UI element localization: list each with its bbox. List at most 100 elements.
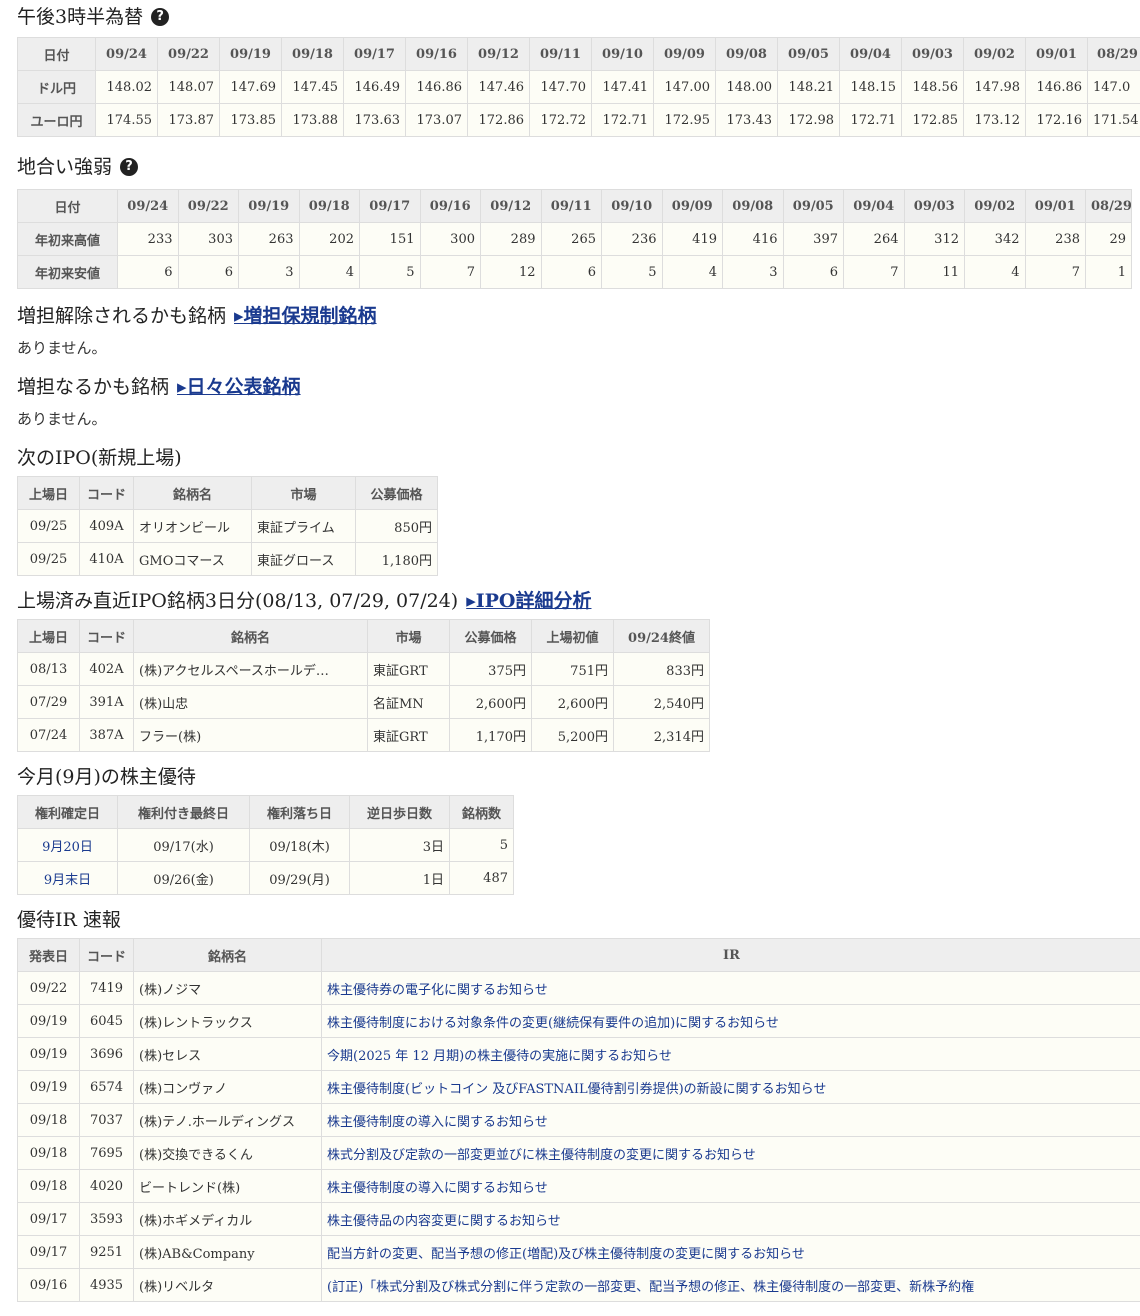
table-header-row: 日付 09/24 09/22 09/19 09/18 09/17 09/16 09/12 09/… (17, 37, 1140, 71)
row-link[interactable]: 今期(2025 年 12 月期)の株主優待の実施に関するお知らせ (321, 1037, 1140, 1071)
strength-table: 日付 09/24 09/22 09/19 09/18 09/17 09/16 09/12 09/… (17, 189, 1132, 289)
row-link[interactable]: 株主優待制度(ビットコイン 及びFASTNAIL優待割引券提供)の新設に関するお… (321, 1070, 1140, 1104)
rate-cell: 173.43 (715, 103, 778, 137)
rate-cell: 147.00 (653, 70, 716, 104)
help-icon[interactable]: ? (120, 158, 139, 176)
table-row: 07/24 387A フラー(株) 東証GRT 1,170円 5,200円 2,314円 (17, 718, 710, 752)
column-header: 上場日 (17, 476, 80, 510)
daily-link[interactable]: ▸日々公表銘柄 (177, 372, 301, 402)
column-header: 市場 (367, 619, 450, 653)
column-header: コード (79, 938, 134, 972)
rate-cell: 147.41 (591, 70, 654, 104)
date-header: 09/17 (359, 189, 421, 223)
rate-cell: 147.46 (467, 70, 530, 104)
column-header: 発表日 (17, 938, 80, 972)
count-cell: 6 (177, 255, 239, 289)
table-cell: (株)ノジマ (133, 971, 322, 1005)
column-header: コード (79, 619, 134, 653)
rate-cell: 173.63 (343, 103, 406, 137)
count-cell: 312 (903, 222, 965, 256)
rate-cell: 147.0 (1087, 70, 1140, 104)
date-header: 09/19 (219, 37, 282, 71)
count-cell: 12 (480, 255, 542, 289)
rate-cell: 148.00 (715, 70, 778, 104)
date-header: 09/11 (529, 37, 592, 71)
table-row: 09/16 4935 (株)リベルタ (訂正)「株式分割及び株式分割に伴う定款の一部変… (17, 1268, 1140, 1302)
date-header: 09/10 (591, 37, 654, 71)
yutai-table-wrap: 権利確定日 権利付き最終日 権利落ち日 逆日歩日数 銘柄数 9月20日 09/17(水) 09… (17, 795, 514, 895)
count-cell: 265 (540, 222, 602, 256)
date-header: 09/09 (653, 37, 716, 71)
table-cell: 6045 (79, 1004, 134, 1038)
rate-cell: 173.87 (157, 103, 220, 137)
row-link[interactable]: 株主優待制度の導入に関するお知らせ (321, 1169, 1140, 1203)
table-row: ユーロ円 174.55 173.87 173.85 173.88 173.63 173.07… (17, 103, 1140, 137)
table-cell: 1,180円 (355, 542, 438, 576)
rate-cell: 174.55 (95, 103, 158, 137)
ipo-detail-link[interactable]: ▸IPO詳細分析 (466, 586, 591, 616)
release-link[interactable]: ▸増担保規制銘柄 (234, 301, 377, 331)
count-cell: 264 (843, 222, 905, 256)
row-link[interactable]: (訂正)「株式分割及び株式分割に伴う定款の一部変更、配当予想の修正、株主優待制度… (321, 1268, 1140, 1302)
table-row: 09/25 409A オリオンビール 東証プライム 850円 (17, 509, 438, 543)
row-link[interactable]: 株式分割及び定款の一部変更並びに株主優待制度の変更に関するお知らせ (321, 1136, 1140, 1170)
table-cell: 東証グロース (251, 542, 356, 576)
table-cell: 751円 (531, 652, 614, 686)
count-cell: 397 (782, 222, 844, 256)
date-header: 09/12 (467, 37, 530, 71)
column-header: 銘柄数 (449, 795, 514, 829)
row-link[interactable]: 株主優待制度における対象条件の変更(継続保有要件の追加)に関するお知らせ (321, 1004, 1140, 1038)
table-row: 07/29 391A (株)山忠 名証MN 2,600円 2,600円 2,540円 (17, 685, 710, 719)
date-header: 09/22 (157, 37, 220, 71)
table-cell: GMOコマース (133, 542, 252, 576)
table-row: 09/19 3696 (株)セレス 今期(2025 年 12 月期)の株主優待の実施に… (17, 1037, 1140, 1071)
count-cell: 7 (1024, 255, 1086, 289)
count-cell: 4 (964, 255, 1026, 289)
count-cell: 300 (419, 222, 481, 256)
ir-table-wrap: 発表日 コード 銘柄名 IR 09/22 7419 (株)ノジマ 株主優待券の電子化に関するお… (17, 938, 1140, 1302)
date-header: 09/04 (843, 189, 905, 223)
table-cell: 1日 (349, 861, 450, 895)
date-header: 09/03 (903, 189, 965, 223)
strength-table-wrap: 日付 09/24 09/22 09/19 09/18 09/17 09/16 09/12 09/… (17, 189, 1140, 289)
date-header: 09/02 (964, 189, 1026, 223)
table-cell: 09/16 (17, 1268, 80, 1302)
strength-title: 地合い強弱 ? (17, 152, 139, 182)
date-header: 09/02 (963, 37, 1026, 71)
date-header: 08/29 (1087, 37, 1140, 71)
rate-cell: 173.07 (405, 103, 468, 137)
row-link[interactable]: 9月20日 (17, 828, 118, 862)
table-cell: 9251 (79, 1235, 134, 1269)
help-icon[interactable]: ? (151, 8, 170, 26)
table-cell: ビートレンド(株) (133, 1169, 322, 1203)
date-header: 09/24 (117, 189, 179, 223)
count-cell: 5 (601, 255, 663, 289)
row-link[interactable]: 9月末日 (17, 861, 118, 895)
table-cell: 487 (449, 861, 514, 895)
date-header: 09/17 (343, 37, 406, 71)
row-link[interactable]: 株主優待制度の導入に関するお知らせ (321, 1103, 1140, 1137)
rate-cell: 173.88 (281, 103, 344, 137)
header-cell: 日付 (17, 189, 118, 223)
table-cell: (株)レントラックス (133, 1004, 322, 1038)
table-cell: 09/19 (17, 1070, 80, 1104)
count-cell: 202 (298, 222, 360, 256)
table-cell: (株)交換できるくん (133, 1136, 322, 1170)
count-cell: 416 (722, 222, 784, 256)
rate-cell: 172.16 (1025, 103, 1088, 137)
header-cell: 日付 (17, 37, 96, 71)
count-cell: 5 (359, 255, 421, 289)
date-header: 09/04 (839, 37, 902, 71)
fx-table-wrap: 日付 09/24 09/22 09/19 09/18 09/17 09/16 09/12 09/… (17, 37, 1140, 137)
row-link[interactable]: 配当方針の変更、配当予想の修正(増配)及び株主優待制度の変更に関するお知らせ (321, 1235, 1140, 1269)
ipo-recent-title: 上場済み直近IPO銘柄3日分(08/13, 07/29, 07/24) ▸IPO… (17, 586, 591, 616)
column-header: 09/24終値 (613, 619, 710, 653)
rate-cell: 172.71 (591, 103, 654, 137)
rate-cell: 147.69 (219, 70, 282, 104)
date-header: 09/09 (661, 189, 723, 223)
table-row: 09/18 4020 ビートレンド(株) 株主優待制度の導入に関するお知らせ (17, 1169, 1140, 1203)
row-link[interactable]: 株主優待品の内容変更に関するお知らせ (321, 1202, 1140, 1236)
count-cell: 4 (661, 255, 723, 289)
table-row: 09/19 6574 (株)コンヴァノ 株主優待制度(ビットコイン 及びFASTNAI… (17, 1070, 1140, 1104)
row-link[interactable]: 株主優待券の電子化に関するお知らせ (321, 971, 1140, 1005)
